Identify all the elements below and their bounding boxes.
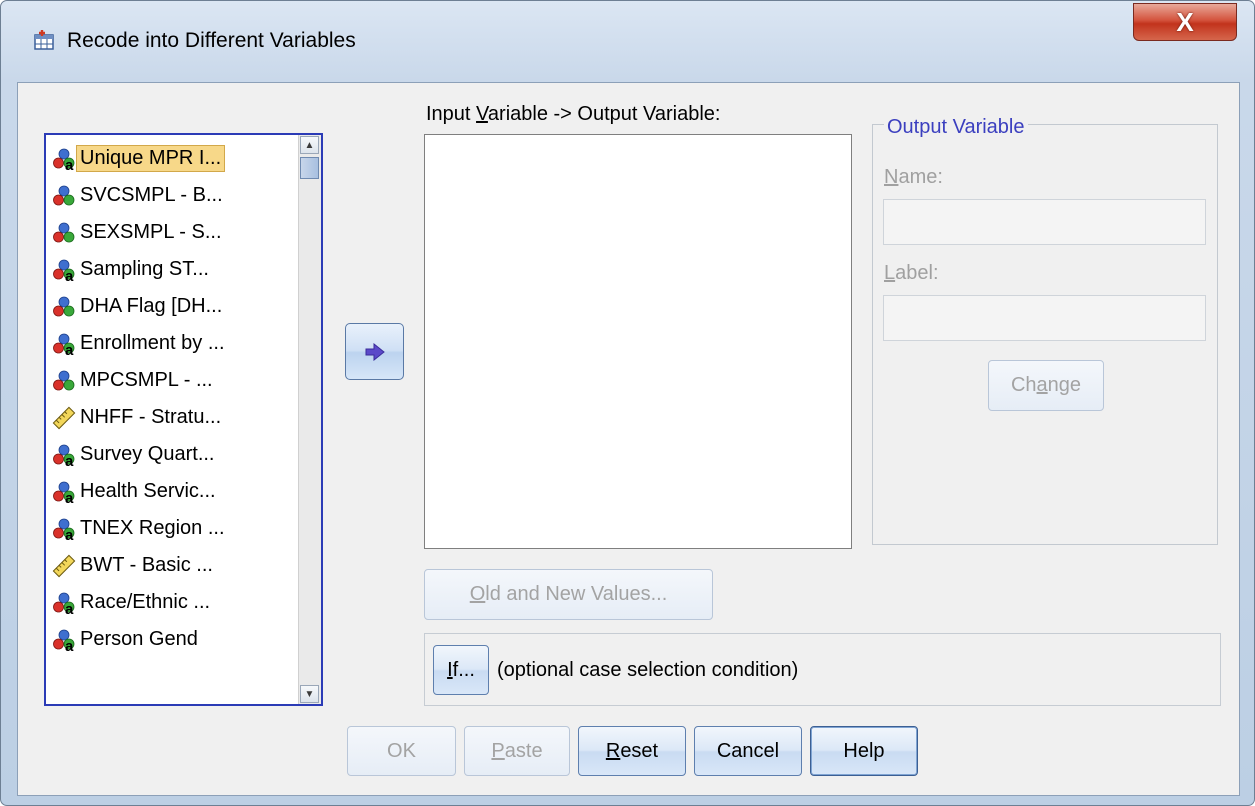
nominal-variable-icon [53, 185, 75, 205]
change-button[interactable]: Ch a nge [988, 360, 1104, 411]
variable-list-item[interactable]: MPCSMPL - ... [52, 362, 290, 399]
variable-list-item-label: Survey Quart... [80, 443, 215, 465]
variable-list-item-label: Person Gend [80, 628, 198, 650]
svg-text:a: a [65, 638, 74, 652]
nominal-string-variable-icon: a [53, 518, 75, 541]
scale-ruler-icon [52, 406, 76, 429]
scroll-down-button[interactable]: ▼ [300, 685, 319, 703]
output-name-field[interactable] [883, 199, 1206, 245]
input-output-label: Input Variable -> Output Variable: [426, 103, 721, 125]
variable-list-item-label: BWT - Basic ... [80, 554, 213, 576]
variable-list-item[interactable]: NHFF - Stratu... [52, 399, 290, 436]
label-label: Label: [884, 262, 939, 284]
variable-list-item-label: Race/Ethnic ... [80, 591, 211, 613]
nominal-string-variable-icon: a [53, 592, 75, 615]
help-button[interactable]: Help [810, 726, 918, 776]
reset-button[interactable]: Reset [578, 726, 686, 776]
variable-list-item[interactable]: a TNEX Region ... [52, 510, 290, 547]
title-bar[interactable]: Recode into Different Variables X [1, 1, 1254, 81]
source-variable-list[interactable]: ▲ ▼ a Unique MPR I... SVCSMPL - B... SEXSMP… [44, 133, 323, 706]
variable-list-item-label: DHA Flag [DH... [80, 295, 223, 317]
variable-list-item[interactable]: a Sampling ST... [52, 251, 290, 288]
variable-list-item-label: MPCSMPL - ... [80, 369, 213, 391]
nominal-string-variable-icon: a [53, 444, 75, 467]
nominal-variable-icon [53, 370, 75, 390]
paste-button[interactable]: Paste [464, 726, 570, 776]
move-variable-button[interactable] [345, 323, 404, 380]
variable-list-item-label: Enrollment by ... [80, 332, 225, 354]
variable-list-item-label: Unique MPR I... [76, 145, 226, 172]
nominal-variable-icon [53, 296, 75, 316]
svg-text:a: a [65, 268, 74, 282]
close-button[interactable]: X [1133, 3, 1237, 41]
scroll-up-button[interactable]: ▲ [300, 136, 319, 154]
nominal-variable-icon [53, 222, 75, 242]
variable-list-item-label: Sampling ST... [80, 258, 209, 280]
output-label-field[interactable] [883, 295, 1206, 341]
recode-icon [34, 30, 54, 50]
nominal-string-variable-icon: a [53, 148, 75, 171]
nominal-string-variable-icon: a [53, 259, 75, 282]
name-label: Name: [884, 166, 943, 188]
arrow-right-icon [365, 342, 385, 361]
svg-text:a: a [65, 490, 74, 504]
variable-list-scrollbar[interactable]: ▲ ▼ [298, 135, 321, 704]
variable-list-item[interactable]: DHA Flag [DH... [52, 288, 290, 325]
variable-list-item-label: NHFF - Stratu... [80, 406, 222, 428]
variable-list-item[interactable]: a Enrollment by ... [52, 325, 290, 362]
variable-list-item-label: Health Servic... [80, 480, 216, 502]
variable-list-item[interactable]: SEXSMPL - S... [52, 214, 290, 251]
variable-list-item-label: TNEX Region ... [80, 517, 225, 539]
variable-list-item[interactable]: a Health Servic... [52, 473, 290, 510]
svg-text:a: a [65, 601, 74, 615]
variable-list-item[interactable]: BWT - Basic ... [52, 547, 290, 584]
svg-text:a: a [65, 453, 74, 467]
scale-ruler-icon [52, 554, 76, 577]
nominal-string-variable-icon: a [53, 333, 75, 356]
output-variable-group-title: Output Variable [884, 116, 1028, 139]
nominal-string-variable-icon: a [53, 629, 75, 652]
svg-text:a: a [65, 527, 74, 541]
window-title: Recode into Different Variables [67, 29, 356, 52]
variable-list-item-label: SEXSMPL - S... [80, 221, 222, 243]
variable-list-item[interactable]: SVCSMPL - B... [52, 177, 290, 214]
nominal-string-variable-icon: a [53, 481, 75, 504]
ok-button[interactable]: OK [347, 726, 456, 776]
if-button[interactable]: If... [433, 645, 489, 695]
variable-list-item[interactable]: a Survey Quart... [52, 436, 290, 473]
variable-list-item[interactable]: a Unique MPR I... [52, 140, 290, 177]
input-output-list[interactable] [424, 134, 852, 549]
svg-text:a: a [65, 342, 74, 356]
old-and-new-values-button[interactable]: Old and New Values... [424, 569, 713, 620]
variable-list-item[interactable]: a Race/Ethnic ... [52, 584, 290, 621]
variable-list-item[interactable]: a Person Gend [52, 621, 290, 658]
if-condition-text: (optional case selection condition) [497, 659, 799, 681]
close-icon: X [1176, 6, 1194, 37]
svg-text:a: a [65, 157, 74, 171]
scroll-thumb[interactable] [300, 157, 319, 179]
cancel-button[interactable]: Cancel [694, 726, 802, 776]
variable-list-item-label: SVCSMPL - B... [80, 184, 223, 206]
